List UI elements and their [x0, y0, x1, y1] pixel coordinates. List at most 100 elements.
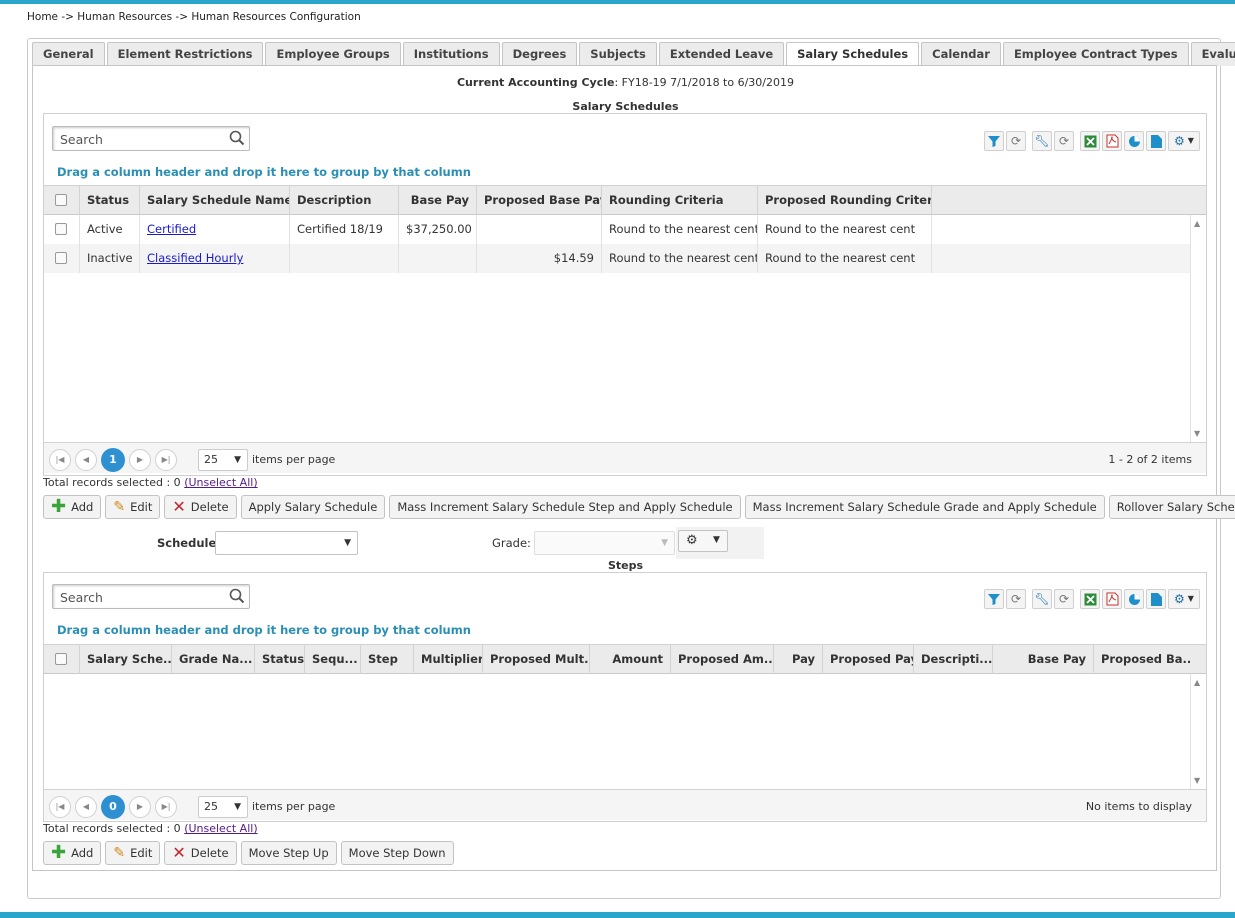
column-header-grade-name[interactable]: Grade Na...	[172, 645, 255, 674]
row-checkbox[interactable]	[55, 223, 67, 235]
current-page[interactable]: 0	[101, 795, 125, 819]
filter-icon[interactable]	[984, 131, 1004, 151]
header-select-all	[44, 645, 80, 674]
column-header-status[interactable]: Status	[80, 186, 140, 215]
refresh-icon[interactable]: ⟳	[1006, 131, 1026, 151]
page-size-select[interactable]: 25 ▼	[198, 449, 248, 471]
document-icon[interactable]	[1146, 589, 1166, 609]
excel-icon[interactable]	[1080, 131, 1100, 151]
salary-schedule-link[interactable]: Certified	[147, 222, 196, 236]
edit-button[interactable]: ✎ Edit	[105, 495, 161, 519]
apply-salary-schedule-button[interactable]: Apply Salary Schedule	[240, 495, 386, 519]
vertical-scrollbar[interactable]: ▲ ▼	[1190, 215, 1206, 442]
filter-icon[interactable]	[984, 589, 1004, 609]
column-header-proposed-base-pay[interactable]: Proposed Ba...	[1094, 645, 1190, 674]
column-header-proposed-rounding-criteria[interactable]: Proposed Rounding Criteria	[758, 186, 932, 215]
last-page-icon[interactable]: ▶|	[155, 449, 177, 471]
gear-icon[interactable]: ⚙ ▼	[1168, 131, 1200, 151]
add-step-button[interactable]: ✚ Add	[43, 841, 102, 865]
pdf-icon[interactable]	[1102, 589, 1122, 609]
tab-degrees[interactable]: Degrees	[501, 42, 578, 66]
schedules-search-input[interactable]: Search	[52, 126, 250, 151]
tab-general[interactable]: General	[32, 42, 105, 66]
refresh-icon[interactable]: ⟳	[1054, 131, 1074, 151]
search-icon[interactable]	[229, 588, 245, 604]
tab-institutions[interactable]: Institutions	[402, 42, 500, 66]
first-page-icon[interactable]: |◀	[49, 449, 71, 471]
column-header-rounding-criteria[interactable]: Rounding Criteria	[602, 186, 758, 215]
wrench-icon[interactable]: 🔧︎	[1032, 589, 1052, 609]
edit-step-button[interactable]: ✎ Edit	[105, 841, 161, 865]
column-header-pay[interactable]: Pay	[774, 645, 823, 674]
mass-increment-step-button[interactable]: Mass Increment Salary Schedule Step and …	[389, 495, 741, 519]
chevron-down-icon: ▼	[713, 535, 720, 545]
last-page-icon[interactable]: ▶|	[155, 796, 177, 818]
column-header-proposed-multiplier[interactable]: Proposed Mult...	[483, 645, 590, 674]
scroll-down-icon[interactable]: ▼	[1194, 429, 1200, 438]
tab-element-restrictions[interactable]: Element Restrictions	[106, 42, 264, 66]
scroll-down-icon[interactable]: ▼	[1194, 776, 1200, 785]
table-row[interactable]: Active Certified Certified 18/19 $37,250…	[44, 215, 1190, 244]
pie-chart-icon[interactable]	[1124, 589, 1144, 609]
page-size-select[interactable]: 25 ▼	[198, 796, 248, 818]
vertical-scrollbar[interactable]: ▲ ▼	[1190, 674, 1206, 789]
gear-icon[interactable]: ⚙ ▼	[1168, 589, 1200, 609]
next-page-icon[interactable]: ▶	[129, 449, 151, 471]
tab-subjects[interactable]: Subjects	[579, 42, 657, 66]
row-checkbox[interactable]	[55, 252, 67, 264]
grade-settings-button[interactable]: ⚙ ▼	[678, 530, 728, 552]
document-icon[interactable]	[1146, 131, 1166, 151]
select-all-checkbox[interactable]	[55, 653, 67, 665]
steps-search-input[interactable]: Search	[52, 584, 250, 609]
column-header-status[interactable]: Status	[255, 645, 305, 674]
rollover-salary-schedules-button[interactable]: Rollover Salary Schedules	[1108, 495, 1235, 519]
delete-step-button[interactable]: ✕ Delete	[164, 841, 237, 865]
grade-dropdown[interactable]: ▼	[534, 531, 675, 555]
wrench-icon[interactable]: 🔧︎	[1032, 131, 1052, 151]
column-header-base-pay[interactable]: Base Pay	[993, 645, 1094, 674]
first-page-icon[interactable]: |◀	[49, 796, 71, 818]
column-header-multiplier[interactable]: Multiplier	[414, 645, 483, 674]
cell-description: Certified 18/19	[290, 215, 399, 244]
column-header-sequence[interactable]: Sequ...	[305, 645, 361, 674]
column-header-salary-schedule-name[interactable]: Salary Schedule Name ↑	[140, 186, 290, 215]
excel-icon[interactable]	[1080, 589, 1100, 609]
refresh-icon[interactable]: ⟳	[1054, 589, 1074, 609]
tab-employee-groups[interactable]: Employee Groups	[265, 42, 401, 66]
scroll-up-icon[interactable]: ▲	[1194, 678, 1200, 687]
tab-salary-schedules[interactable]: Salary Schedules	[786, 42, 920, 67]
table-row[interactable]: Inactive Classified Hourly $14.59 Round …	[44, 244, 1190, 273]
column-header-salary-schedule[interactable]: Salary Sche...	[80, 645, 172, 674]
unselect-all-link[interactable]: (Unselect All)	[184, 476, 257, 489]
column-header-amount[interactable]: Amount	[590, 645, 671, 674]
search-icon[interactable]	[229, 130, 245, 146]
tab-calendar[interactable]: Calendar	[921, 42, 1001, 66]
salary-schedule-link[interactable]: Classified Hourly	[147, 251, 243, 265]
select-all-checkbox[interactable]	[55, 194, 67, 206]
move-step-up-button[interactable]: Move Step Up	[240, 841, 337, 865]
pdf-icon[interactable]	[1102, 131, 1122, 151]
scroll-up-icon[interactable]: ▲	[1194, 219, 1200, 228]
schedule-dropdown[interactable]: ▼	[215, 531, 358, 555]
delete-button[interactable]: ✕ Delete	[164, 495, 237, 519]
current-page[interactable]: 1	[101, 448, 125, 472]
previous-page-icon[interactable]: ◀	[75, 796, 97, 818]
column-header-proposed-pay[interactable]: Proposed Pay	[823, 645, 914, 674]
tab-employee-contract-types[interactable]: Employee Contract Types	[1002, 42, 1189, 66]
column-header-proposed-amount[interactable]: Proposed Am...	[671, 645, 774, 674]
column-header-description[interactable]: Description	[290, 186, 399, 215]
move-step-down-button[interactable]: Move Step Down	[340, 841, 454, 865]
previous-page-icon[interactable]: ◀	[75, 449, 97, 471]
next-page-icon[interactable]: ▶	[129, 796, 151, 818]
tab-extended-leave[interactable]: Extended Leave	[658, 42, 785, 66]
tab-evaluator[interactable]: Evaluator	[1190, 42, 1235, 66]
mass-increment-grade-button[interactable]: Mass Increment Salary Schedule Grade and…	[744, 495, 1105, 519]
pie-chart-icon[interactable]	[1124, 131, 1144, 151]
add-button[interactable]: ✚ Add	[43, 495, 102, 519]
column-header-step[interactable]: Step	[361, 645, 414, 674]
unselect-all-link[interactable]: (Unselect All)	[184, 822, 257, 835]
column-header-base-pay[interactable]: Base Pay	[399, 186, 477, 215]
column-header-description[interactable]: Descripti...	[914, 645, 993, 674]
refresh-icon[interactable]: ⟳	[1006, 589, 1026, 609]
column-header-proposed-base-pay[interactable]: Proposed Base Pay	[477, 186, 602, 215]
